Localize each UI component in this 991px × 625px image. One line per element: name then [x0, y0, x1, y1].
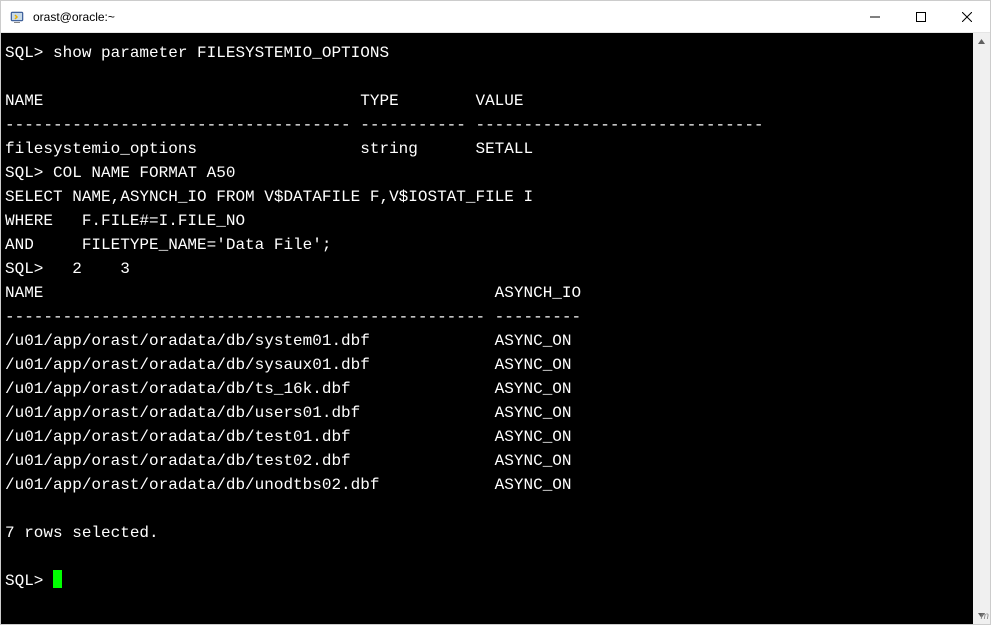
close-button[interactable] [944, 1, 990, 32]
titlebar[interactable]: orast@oracle:~ [1, 1, 990, 33]
scroll-up-icon[interactable] [973, 33, 990, 50]
terminal-container: SQL> show parameter FILESYSTEMIO_OPTIONS… [1, 33, 990, 624]
putty-icon [9, 9, 25, 25]
watermark: m [981, 611, 989, 622]
maximize-button[interactable] [898, 1, 944, 32]
scrollbar-track[interactable] [973, 50, 990, 607]
putty-window: orast@oracle:~ SQL> show parameter FILES… [0, 0, 991, 625]
window-title: orast@oracle:~ [33, 10, 852, 24]
minimize-button[interactable] [852, 1, 898, 32]
scrollbar[interactable] [973, 33, 990, 624]
window-controls [852, 1, 990, 32]
terminal[interactable]: SQL> show parameter FILESYSTEMIO_OPTIONS… [1, 33, 973, 624]
cursor [53, 570, 62, 588]
